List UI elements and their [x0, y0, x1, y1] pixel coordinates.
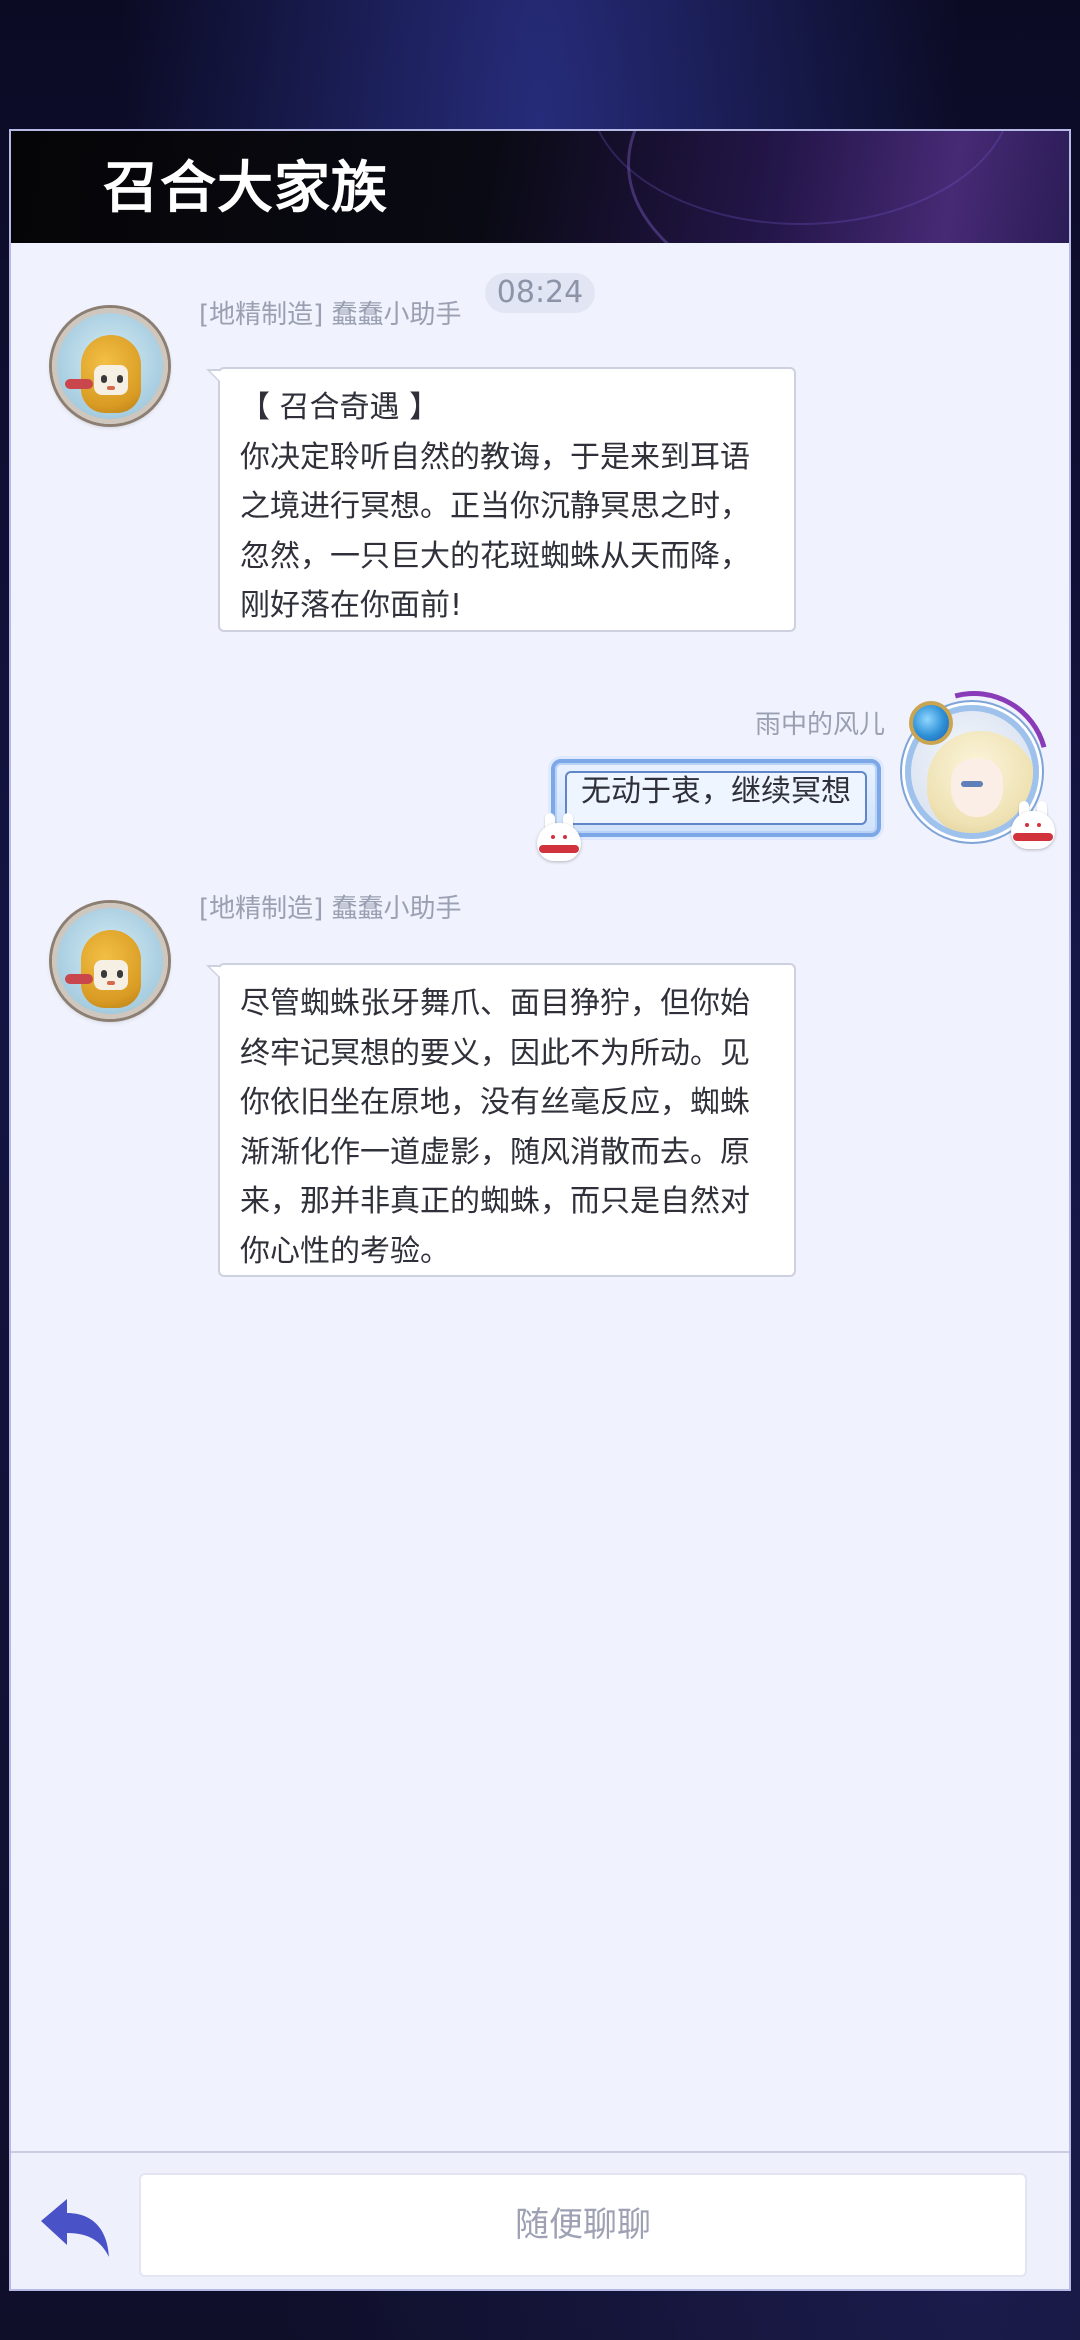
- message-text: 尽管蜘蛛张牙舞爪、面目狰狞，但你始 终牢记冥想的要义，因此不为所动。见 你依旧坐…: [240, 979, 774, 1276]
- robot-mouth: [107, 981, 115, 985]
- robot-arm: [65, 379, 93, 389]
- message-line: 刚好落在你面前!: [240, 588, 463, 623]
- chat-window: 召合大家族 08:24 [地精制造] 蠢蠢小助手 【 召合奇遇 】 你决定聆听自…: [9, 129, 1071, 2291]
- bunny-decoration-icon: [1007, 801, 1059, 849]
- bunny-body: [537, 823, 581, 861]
- background-bottom-strip: [0, 2298, 1080, 2340]
- player-avatar-icon[interactable]: [871, 663, 1069, 869]
- bunny-eye: [563, 835, 567, 839]
- message-line: 你决定聆听自然的教诲，于是来到耳语: [240, 439, 750, 475]
- sender-name: [地精制造] 蠢蠢小助手: [199, 894, 462, 924]
- bunny-eye: [1037, 823, 1041, 827]
- message-line: 渐渐化作一道虚影，随风消散而去。原: [240, 1134, 750, 1170]
- player-message-bubble[interactable]: 无动于衷，继续冥想: [537, 753, 881, 865]
- window-header: 召合大家族: [11, 131, 1069, 243]
- player-name: 雨中的风儿: [754, 710, 885, 740]
- message-text: 【 召合奇遇 】 你决定聆听自然的教诲，于是来到耳语 之境进行冥想。正当你沉静冥…: [240, 383, 774, 631]
- avatar-frame-gem-icon: [909, 701, 953, 745]
- robot-arm: [65, 974, 93, 984]
- bunny-scarf: [1013, 833, 1053, 841]
- message-bubble[interactable]: 【 召合奇遇 】 你决定聆听自然的教诲，于是来到耳语 之境进行冥想。正当你沉静冥…: [206, 367, 796, 632]
- robot-mouth: [107, 386, 115, 390]
- chat-input-field[interactable]: 随便聊聊: [139, 2173, 1027, 2277]
- back-arrow-graphic: [41, 2199, 109, 2257]
- message-line: 之境进行冥想。正当你沉静冥思之时，: [240, 489, 750, 524]
- robot-eye-right: [117, 970, 123, 978]
- robot-eye-left: [101, 375, 107, 383]
- robot-avatar-icon[interactable]: [52, 308, 168, 424]
- timestamp-badge: 08:24: [485, 273, 595, 313]
- bunny-eye: [1025, 823, 1029, 827]
- bunny-scarf: [539, 845, 579, 853]
- robot-eye-right: [117, 375, 123, 383]
- message-bubble[interactable]: 尽管蜘蛛张牙舞爪、面目狰狞，但你始 终牢记冥想的要义，因此不为所动。见 你依旧坐…: [206, 963, 796, 1277]
- message-line: 忽然，一只巨大的花斑蜘蛛从天而降，: [240, 538, 750, 574]
- chat-input-bar: 随便聊聊: [11, 2151, 1069, 2289]
- message-line: 终牢记冥想的要义，因此不为所动。见: [240, 1035, 750, 1071]
- robot-avatar-icon[interactable]: [52, 903, 168, 1019]
- message-line: 来，那并非真正的蜘蛛，而只是自然对: [240, 1184, 750, 1219]
- window-title: 召合大家族: [103, 155, 388, 221]
- robot-eye-left: [101, 970, 107, 978]
- message-line: 你心性的考验。: [240, 1233, 450, 1269]
- back-arrow-icon[interactable]: [37, 2195, 117, 2265]
- bunny-decoration-icon: [533, 813, 585, 861]
- message-line: 尽管蜘蛛张牙舞爪、面目狰狞，但你始: [240, 986, 750, 1021]
- bunny-eye: [551, 835, 555, 839]
- sender-name: [地精制造] 蠢蠢小助手: [199, 300, 462, 330]
- player-message-text: 无动于衷，继续冥想: [581, 774, 851, 809]
- player-bubble-frame: 无动于衷，继续冥想: [551, 759, 881, 837]
- message-line: 【 召合奇遇 】: [240, 390, 440, 425]
- bunny-body: [1011, 811, 1055, 849]
- message-line: 你依旧坐在原地，没有丝毫反应，蜘蛛: [240, 1085, 750, 1120]
